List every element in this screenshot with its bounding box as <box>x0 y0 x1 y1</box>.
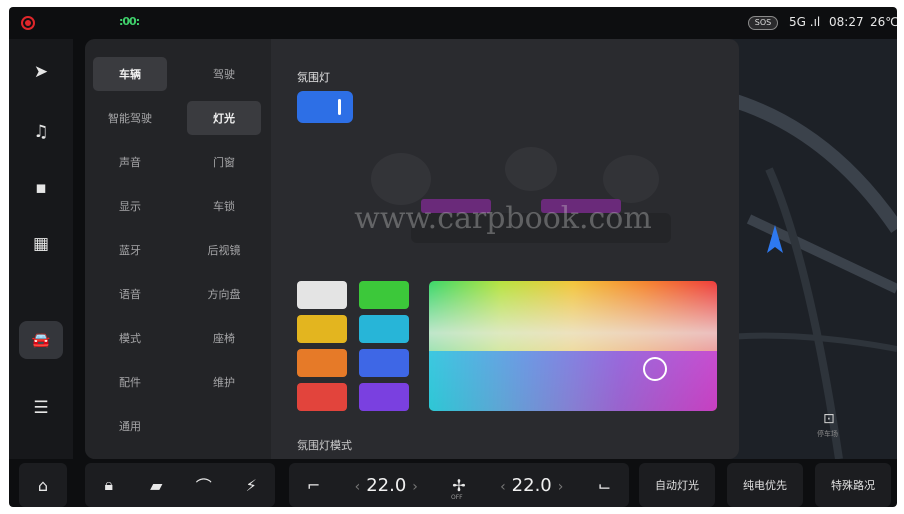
sidebar-music-button[interactable]: ♫ <box>19 113 63 151</box>
fan-icon[interactable]: ✢ OFF <box>445 476 473 501</box>
special-road-label: 特殊路况 <box>831 479 875 492</box>
clock: 08:27 <box>829 15 864 29</box>
signal-icon: .ıl <box>805 15 821 29</box>
record-icon <box>21 16 35 30</box>
right-temp-down-icon[interactable]: ‹ <box>500 479 506 495</box>
home-button[interactable]: ⌂ <box>19 463 67 507</box>
apps-grid-icon: ▦ <box>32 234 50 254</box>
ambient-light-toggle[interactable] <box>297 91 353 123</box>
left-temp-control: ‹ 22.0 › <box>349 475 424 496</box>
special-road-button[interactable]: 特殊路况 <box>815 463 891 507</box>
menu-item-voice[interactable]: 语音 <box>93 277 167 311</box>
menu-item-locks[interactable]: 车锁 <box>187 189 261 223</box>
menu-item-sound[interactable]: 声音 <box>93 145 167 179</box>
color-picker-lower-band[interactable] <box>429 351 717 411</box>
color-swatch-orange[interactable] <box>297 349 347 377</box>
menu-item-lights[interactable]: 灯光 <box>187 101 261 135</box>
ambient-light-title: 氛围灯 <box>297 71 330 84</box>
right-temp-up-icon[interactable]: › <box>558 479 564 495</box>
sidebar-apps-button[interactable]: ▦ <box>19 225 63 263</box>
left-temperature: 22.0 <box>366 474 407 496</box>
menu-item-mirrors[interactable]: 后视镜 <box>187 233 261 267</box>
auto-light-button[interactable]: 自动灯光 <box>639 463 715 507</box>
color-swatch-red[interactable] <box>297 383 347 411</box>
menu-item-smart-driving[interactable]: 智能驾驶 <box>93 101 167 135</box>
menu-item-accessories[interactable]: 配件 <box>93 365 167 399</box>
network-label: 5G <box>789 15 806 29</box>
color-swatch-purple[interactable] <box>359 383 409 411</box>
car-icon: 🚘 <box>31 331 51 349</box>
sidebar-camera-button[interactable]: ▪ <box>19 169 63 207</box>
outside-temperature: 26℃ <box>870 15 897 29</box>
color-swatch-yellow[interactable] <box>297 315 347 343</box>
settings-panel: 车辆 驾驶 智能驾驶 灯光 声音 门窗 显示 车锁 蓝牙 后视镜 语音 方向盘 … <box>85 39 739 459</box>
menu-item-mode[interactable]: 模式 <box>93 321 167 355</box>
color-swatch-green[interactable] <box>359 281 409 309</box>
sidebar-navigation-button[interactable]: ➤ <box>19 53 63 91</box>
menu-item-bluetooth[interactable]: 蓝牙 <box>93 233 167 267</box>
parking-icon[interactable]: ⊡ <box>823 411 835 427</box>
color-swatch-blue[interactable] <box>359 349 409 377</box>
car-interior-image <box>371 147 671 243</box>
left-temp-up-icon[interactable]: › <box>412 479 418 495</box>
sidebar-car-button[interactable]: 🚘 <box>19 321 63 359</box>
menu-item-vehicle[interactable]: 车辆 <box>93 57 167 91</box>
passenger-seat-heat-icon[interactable]: ⌙ <box>590 476 618 495</box>
ambient-mode-title: 氛围灯模式 <box>297 439 352 452</box>
music-icon: ♫ <box>33 122 49 142</box>
network-status: 5G .ıl <box>789 15 820 29</box>
menu-item-general[interactable]: 通用 <box>93 409 167 443</box>
menu-item-seats[interactable]: 座椅 <box>187 321 261 355</box>
sidebar: ➤ ♫ ▪ ▦ 🚘 ☰ <box>9 39 73 459</box>
ev-priority-button[interactable]: 纯电优先 <box>727 463 803 507</box>
sos-button[interactable]: SOS <box>748 16 778 30</box>
color-swatch-cyan[interactable] <box>359 315 409 343</box>
watermark-text: www.carpbook.com <box>354 201 652 236</box>
climate-controls: ⌐ ‹ 22.0 › ✢ OFF ‹ 22.0 › ⌙ <box>289 463 629 507</box>
navigation-icon: ➤ <box>33 62 49 82</box>
bottom-bar: ⌂ 🔒︎ ▰ ⌒ ⚡︎ ⌐ ‹ 22.0 › ✢ OFF ‹ 22.0 › ⌙ 自动灯光 … <box>9 463 897 507</box>
lock-icon[interactable]: 🔒︎ <box>95 475 123 495</box>
green-indicator: :00: <box>119 15 140 28</box>
settings-menu: 车辆 驾驶 智能驾驶 灯光 声音 门窗 显示 车锁 蓝牙 后视镜 语音 方向盘 … <box>85 39 271 459</box>
car-mode-icon[interactable]: ▰ <box>142 476 170 495</box>
quick-controls: 🔒︎ ▰ ⌒ ⚡︎ <box>85 463 275 507</box>
status-bar: :00: SOS 5G .ıl 08:27 26℃ <box>9 7 897 39</box>
menu-item-steering-wheel[interactable]: 方向盘 <box>187 277 261 311</box>
parking-label: 停车场 <box>817 430 838 438</box>
toggle-switches-icon: ☰ <box>33 398 49 418</box>
menu-item-driving[interactable]: 驾驶 <box>187 57 261 91</box>
fan-status: OFF <box>450 493 463 501</box>
menu-item-doors-windows[interactable]: 门窗 <box>187 145 261 179</box>
camera-icon: ▪ <box>35 178 47 198</box>
charge-icon[interactable]: ⚡︎ <box>237 476 265 495</box>
driver-seat-heat-icon[interactable]: ⌐ <box>300 476 328 495</box>
right-temperature: 22.0 <box>511 474 552 496</box>
color-swatch-white[interactable] <box>297 281 347 309</box>
home-icon: ⌂ <box>37 475 49 495</box>
ev-priority-label: 纯电优先 <box>743 479 787 492</box>
wiper-icon[interactable]: ⌒ <box>190 473 218 497</box>
left-temp-down-icon[interactable]: ‹ <box>355 479 361 495</box>
right-temp-control: ‹ 22.0 › <box>494 475 569 496</box>
lights-content: 氛围灯 www.carpbook.com 氛围灯模式 <box>271 39 739 459</box>
menu-item-maintenance[interactable]: 维护 <box>187 365 261 399</box>
color-picker-handle[interactable] <box>643 357 667 381</box>
menu-item-display[interactable]: 显示 <box>93 189 167 223</box>
sidebar-controls-button[interactable]: ☰ <box>19 389 63 427</box>
car-screen: :00: SOS 5G .ıl 08:27 26℃ ⊡ 停车场 ➤ ♫ ▪ ▦ … <box>9 7 897 507</box>
auto-light-label: 自动灯光 <box>655 479 699 492</box>
